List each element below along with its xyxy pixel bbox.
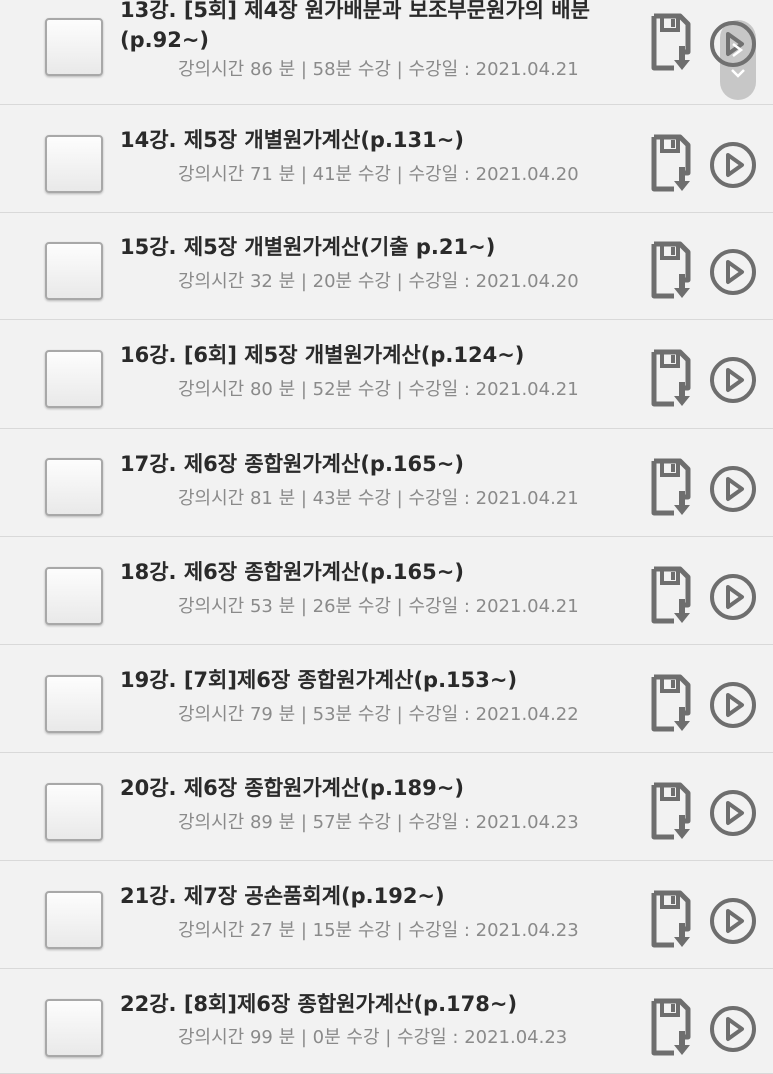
download-icon[interactable] xyxy=(650,997,694,1059)
lecture-checkbox[interactable] xyxy=(45,242,103,300)
download-icon[interactable] xyxy=(650,12,694,74)
lecture-row[interactable]: 18강. 제6장 종합원가계산(p.165~) 강의시간 53 분 | 26분 수… xyxy=(0,537,773,645)
lecture-row[interactable]: 13강. [5회] 제4장 원가배분과 보조부문원가의 배분(p.92~) 강의시… xyxy=(0,0,773,105)
scroll-handle[interactable] xyxy=(720,20,756,100)
lecture-checkbox[interactable] xyxy=(45,675,103,733)
download-icon[interactable] xyxy=(650,781,694,843)
download-icon[interactable] xyxy=(650,240,694,302)
lecture-row[interactable]: 15강. 제5장 개별원가계산(기출 p.21~) 강의시간 32 분 | 20분… xyxy=(0,213,773,320)
lecture-meta: 강의시간 53 분 | 26분 수강 | 수강일 : 2021.04.21 xyxy=(178,596,579,617)
lecture-checkbox[interactable] xyxy=(45,350,103,408)
lecture-checkbox[interactable] xyxy=(45,891,103,949)
play-icon[interactable] xyxy=(709,789,757,837)
play-icon[interactable] xyxy=(709,248,757,296)
lecture-title: 16강. [6회] 제5장 개별원가계산(p.124~) xyxy=(120,343,525,367)
lecture-checkbox[interactable] xyxy=(45,458,103,516)
lecture-row[interactable]: 17강. 제6장 종합원가계산(p.165~) 강의시간 81 분 | 43분 수… xyxy=(0,429,773,537)
lecture-row[interactable]: 14강. 제5장 개별원가계산(p.131~) 강의시간 71 분 | 41분 수… xyxy=(0,105,773,213)
play-icon[interactable] xyxy=(709,897,757,945)
lecture-meta: 강의시간 99 분 | 0분 수강 | 수강일 : 2021.04.23 xyxy=(178,1027,568,1048)
lecture-title: 13강. [5회] 제4장 원가배분과 보조부문원가의 배분(p.92~) xyxy=(120,0,590,52)
lecture-meta: 강의시간 79 분 | 53분 수강 | 수강일 : 2021.04.22 xyxy=(178,704,579,725)
lecture-meta: 강의시간 89 분 | 57분 수강 | 수강일 : 2021.04.23 xyxy=(178,812,579,833)
lecture-meta: 강의시간 86 분 | 58분 수강 | 수강일 : 2021.04.21 xyxy=(178,59,579,80)
lecture-row[interactable]: 20강. 제6장 종합원가계산(p.189~) 강의시간 89 분 | 57분 수… xyxy=(0,753,773,861)
play-icon[interactable] xyxy=(709,465,757,513)
lecture-meta: 강의시간 81 분 | 43분 수강 | 수강일 : 2021.04.21 xyxy=(178,488,579,509)
lecture-row[interactable]: 22강. [8회]제6장 종합원가계산(p.178~) 강의시간 99 분 | 0… xyxy=(0,969,773,1074)
download-icon[interactable] xyxy=(650,457,694,519)
lecture-meta: 강의시간 32 분 | 20분 수강 | 수강일 : 2021.04.20 xyxy=(178,271,579,292)
lecture-row[interactable]: 16강. [6회] 제5장 개별원가계산(p.124~) 강의시간 80 분 | … xyxy=(0,320,773,429)
play-icon[interactable] xyxy=(709,356,757,404)
download-icon[interactable] xyxy=(650,565,694,627)
download-icon[interactable] xyxy=(650,133,694,195)
lecture-list: 13강. [5회] 제4장 원가배분과 보조부문원가의 배분(p.92~) 강의시… xyxy=(0,0,773,1074)
lecture-title: 14강. 제5장 개별원가계산(p.131~) xyxy=(120,128,464,152)
download-icon[interactable] xyxy=(650,889,694,951)
download-icon[interactable] xyxy=(650,673,694,735)
lecture-checkbox[interactable] xyxy=(45,18,103,76)
lecture-title: 17강. 제6장 종합원가계산(p.165~) xyxy=(120,452,464,476)
lecture-title: 18강. 제6장 종합원가계산(p.165~) xyxy=(120,560,464,584)
lecture-row[interactable]: 19강. [7회]제6장 종합원가계산(p.153~) 강의시간 79 분 | 5… xyxy=(0,645,773,753)
lecture-meta: 강의시간 27 분 | 15분 수강 | 수강일 : 2021.04.23 xyxy=(178,920,579,941)
lecture-meta: 강의시간 71 분 | 41분 수강 | 수강일 : 2021.04.20 xyxy=(178,164,579,185)
lecture-title: 15강. 제5장 개별원가계산(기출 p.21~) xyxy=(120,235,496,259)
lecture-checkbox[interactable] xyxy=(45,783,103,841)
download-icon[interactable] xyxy=(650,348,694,410)
lecture-meta: 강의시간 80 분 | 52분 수강 | 수강일 : 2021.04.21 xyxy=(178,379,579,400)
lecture-checkbox[interactable] xyxy=(45,567,103,625)
lecture-title: 20강. 제6장 종합원가계산(p.189~) xyxy=(120,776,464,800)
lecture-title: 21강. 제7장 공손품회계(p.192~) xyxy=(120,884,445,908)
play-icon[interactable] xyxy=(709,573,757,621)
lecture-title: 22강. [8회]제6장 종합원가계산(p.178~) xyxy=(120,992,518,1016)
play-icon[interactable] xyxy=(709,141,757,189)
play-icon[interactable] xyxy=(709,681,757,729)
lecture-checkbox[interactable] xyxy=(45,999,103,1057)
play-icon[interactable] xyxy=(709,1005,757,1053)
lecture-title: 19강. [7회]제6장 종합원가계산(p.153~) xyxy=(120,668,518,692)
lecture-checkbox[interactable] xyxy=(45,135,103,193)
lecture-row[interactable]: 21강. 제7장 공손품회계(p.192~) 강의시간 27 분 | 15분 수강… xyxy=(0,861,773,969)
